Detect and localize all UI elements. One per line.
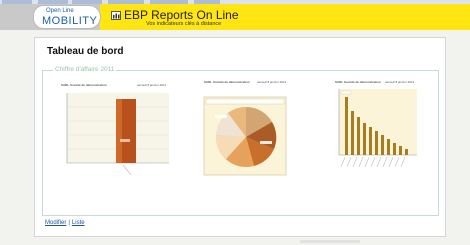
page-title: Tableau de bord: [47, 46, 124, 57]
bar-chart-thumbnail[interactable]: SARL Société de démonstration samedi 8 j…: [51, 81, 175, 183]
pie-chart-thumbnail[interactable]: SARL Société de démonstration samedi 8 j…: [202, 79, 292, 181]
bar-chart-graphic: [66, 93, 169, 176]
dashboard-card: Tableau de bord Chiffre d'affaire 2011 S…: [34, 37, 446, 237]
app-header: Open Line MOBILITY EBP Reports On Line V…: [0, 4, 470, 30]
app-subtitle: Vos indicateurs clés à distance: [146, 21, 222, 27]
link-separator: |: [68, 220, 70, 226]
logo-line2: MOBILITY: [42, 15, 98, 27]
list-link[interactable]: Liste: [72, 220, 85, 226]
logo-line1: Open Line: [46, 8, 74, 14]
descending-bars-graphic: [338, 89, 417, 168]
bar-chart-thumbnail[interactable]: SARL Société de démonstration samedi 8 j…: [333, 79, 419, 181]
revenue-section: Chiffre d'affaire 2011 SARL Société de d…: [42, 66, 439, 216]
app-title: EBP Reports On Line: [124, 8, 239, 22]
pie-chart-graphic: [203, 96, 287, 176]
modify-link[interactable]: Modifier: [45, 220, 66, 226]
open-line-logo[interactable]: Open Line MOBILITY: [33, 5, 101, 29]
ebp-reports-icon: [111, 11, 121, 20]
section-legend: Chiffre d'affaire 2011: [53, 66, 117, 73]
footer-links: Modifier | Liste: [45, 220, 85, 226]
status-strip: [300, 240, 360, 243]
